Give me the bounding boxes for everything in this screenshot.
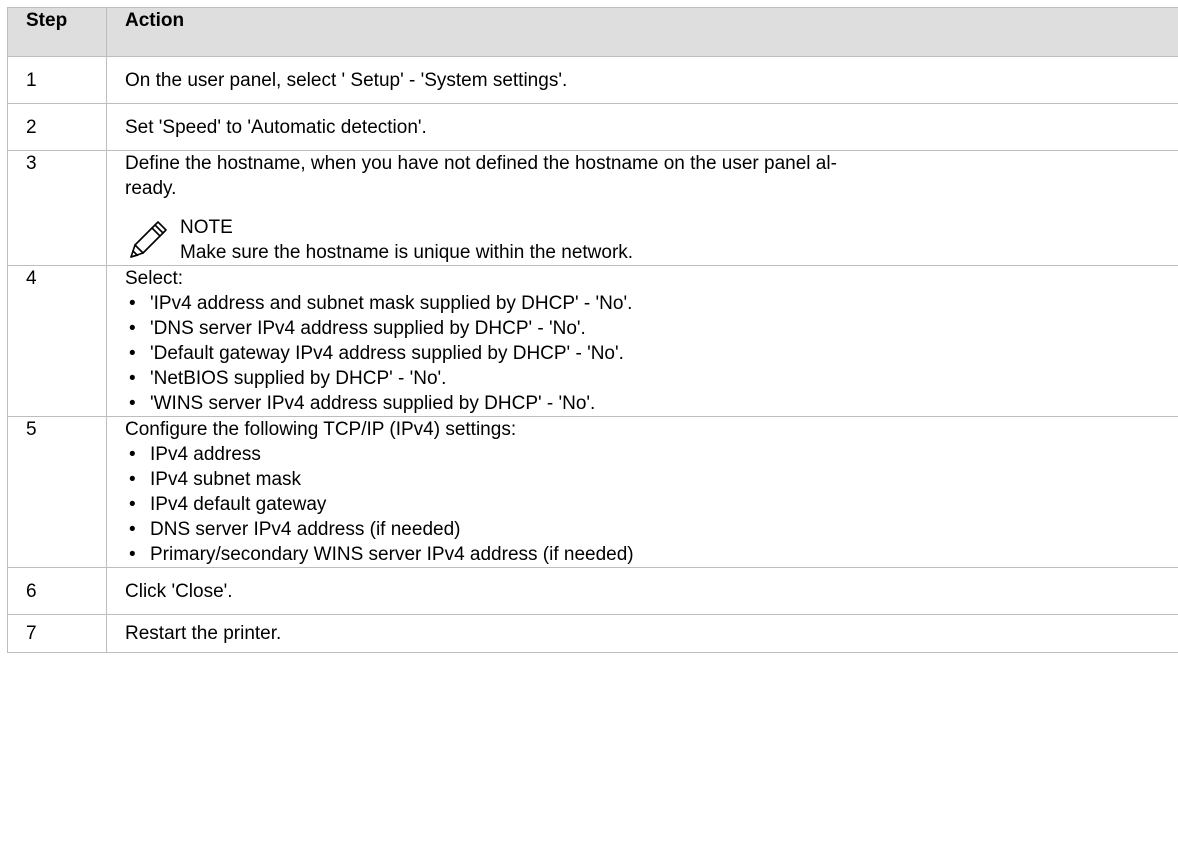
list-item: • IPv4 address xyxy=(125,442,1166,467)
list-item-text: 'WINS server IPv4 address supplied by DH… xyxy=(150,393,596,414)
list-item: • 'IPv4 address and subnet mask supplied … xyxy=(125,291,1166,316)
list-item: • 'WINS server IPv4 address supplied by D… xyxy=(125,391,1166,416)
bullet-icon: • xyxy=(129,293,136,314)
list-item-text: IPv4 subnet mask xyxy=(150,469,302,490)
note-text: Make sure the hostname is unique within … xyxy=(180,242,634,263)
step-action: Click 'Close'. xyxy=(106,567,1178,615)
column-header-action: Action xyxy=(106,7,1178,57)
bullet-list: • IPv4 address • IPv4 subnet mask • IPv4 de… xyxy=(125,442,1166,567)
step-action: Define the hostname, when you have not d… xyxy=(106,150,1178,266)
step-action-intro: Select: xyxy=(125,268,184,289)
bullet-icon: • xyxy=(129,393,136,414)
step-action: On the user panel, select ' Setup' - 'Sy… xyxy=(106,56,1178,104)
list-item: • 'Default gateway IPv4 address supplied … xyxy=(125,341,1166,366)
list-item: • 'DNS server IPv4 address supplied by DH… xyxy=(125,316,1166,341)
list-item-text: 'IPv4 address and subnet mask supplied b… xyxy=(150,293,633,314)
table-row-step-6: 6 Click 'Close'. xyxy=(7,567,1178,615)
step-action-line: ready. xyxy=(125,178,177,199)
list-item-text: IPv4 address xyxy=(150,444,261,465)
table-row-step-2: 2 Set 'Speed' to 'Automatic detection'. xyxy=(7,103,1178,151)
list-item-text: 'DNS server IPv4 address supplied by DHC… xyxy=(150,318,586,339)
bullet-icon: • xyxy=(129,494,136,515)
step-action: Configure the following TCP/IP (IPv4) se… xyxy=(106,416,1178,568)
step-number: 7 xyxy=(7,614,107,653)
step-number: 2 xyxy=(7,103,107,151)
table-header-row: Step Action xyxy=(7,7,1178,57)
note-title: NOTE xyxy=(180,217,233,238)
step-number: 5 xyxy=(7,416,107,568)
bullet-list: • 'IPv4 address and subnet mask supplied … xyxy=(125,291,1166,416)
step-action: Set 'Speed' to 'Automatic detection'. xyxy=(106,103,1178,151)
list-item: • Primary/secondary WINS server IPv4 addr… xyxy=(125,542,1166,567)
bullet-icon: • xyxy=(129,444,136,465)
step-action: Select: • 'IPv4 address and subnet mask s… xyxy=(106,265,1178,417)
step-action-line: Define the hostname, when you have not d… xyxy=(125,153,837,174)
bullet-icon: • xyxy=(129,318,136,339)
steps-table: Step Action 1 On the user panel, select … xyxy=(7,7,1178,653)
list-item-text: Primary/secondary WINS server IPv4 addre… xyxy=(150,544,634,565)
list-item: • DNS server IPv4 address (if needed) xyxy=(125,517,1166,542)
bullet-icon: • xyxy=(129,469,136,490)
list-item-text: IPv4 default gateway xyxy=(150,494,327,515)
list-item: • IPv4 default gateway xyxy=(125,492,1166,517)
list-item-text: DNS server IPv4 address (if needed) xyxy=(150,519,461,540)
step-number: 6 xyxy=(7,567,107,615)
list-item-text: 'NetBIOS supplied by DHCP' - 'No'. xyxy=(150,368,447,389)
step-number: 1 xyxy=(7,56,107,104)
table-row-step-4: 4 Select: • 'IPv4 address and subnet mask… xyxy=(7,265,1178,417)
bullet-icon: • xyxy=(129,519,136,540)
column-header-step: Step xyxy=(7,7,107,57)
bullet-icon: • xyxy=(129,343,136,364)
table-row-step-7: 7 Restart the printer. xyxy=(7,614,1178,653)
step-action-intro: Configure the following TCP/IP (IPv4) se… xyxy=(125,419,517,440)
note-box: NOTE Make sure the hostname is unique wi… xyxy=(125,215,1166,265)
bullet-icon: • xyxy=(129,544,136,565)
bullet-icon: • xyxy=(129,368,136,389)
step-number: 3 xyxy=(7,150,107,266)
table-row-step-1: 1 On the user panel, select ' Setup' - '… xyxy=(7,56,1178,104)
table-row-step-3: 3 Define the hostname, when you have not… xyxy=(7,150,1178,266)
list-item: • 'NetBIOS supplied by DHCP' - 'No'. xyxy=(125,366,1166,391)
list-item-text: 'Default gateway IPv4 address supplied b… xyxy=(150,343,624,364)
table-row-step-5: 5 Configure the following TCP/IP (IPv4) … xyxy=(7,416,1178,568)
list-item: • IPv4 subnet mask xyxy=(125,467,1166,492)
pencil-icon xyxy=(125,217,171,263)
step-number: 4 xyxy=(7,265,107,417)
step-action: Restart the printer. xyxy=(106,614,1178,653)
